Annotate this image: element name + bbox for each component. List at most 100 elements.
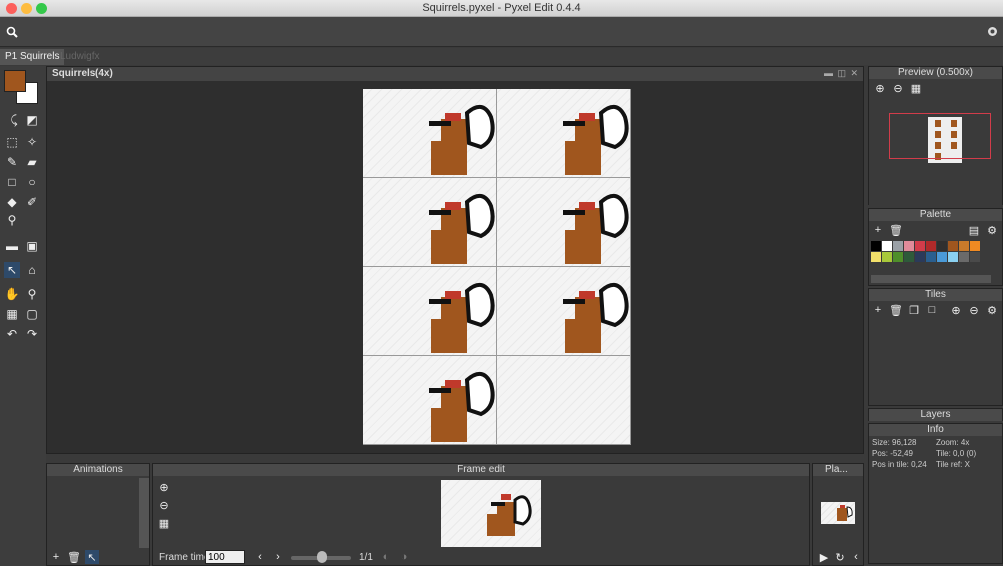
delete-animation-icon[interactable]: 🗑	[67, 550, 81, 564]
magic-wand-icon[interactable]: ✧	[24, 134, 40, 150]
loop-icon[interactable]: ↻	[833, 550, 847, 564]
palette-presets-icon[interactable]: ▤	[967, 223, 981, 237]
palette-swatch[interactable]	[904, 241, 914, 251]
preview-zoom-out-icon[interactable]: ⊖	[891, 81, 905, 95]
playback-preview	[821, 502, 855, 524]
palette-swatch[interactable]	[926, 252, 936, 262]
delete-color-icon[interactable]: 🗑	[889, 223, 903, 237]
eraser-icon[interactable]: ▰	[24, 154, 40, 170]
palette-swatch[interactable]	[882, 252, 892, 262]
frame-grid-icon[interactable]: ▦	[157, 516, 171, 530]
palette-scrollbar[interactable]	[871, 275, 991, 283]
info-zoom: Zoom: 4x	[936, 438, 970, 447]
play-icon[interactable]: ▶	[817, 550, 831, 564]
next-frame-icon[interactable]: ›	[271, 550, 285, 564]
palette-swatch[interactable]	[959, 252, 969, 262]
onion-next-icon[interactable]: ◑	[397, 550, 411, 564]
palette-swatch[interactable]	[915, 241, 925, 251]
canvas-panel: Squirrels (4x) ▬ ◫ ✕	[46, 66, 864, 454]
playback-panel: Pla... ▶ ↻ ‹	[812, 463, 864, 566]
select-animation-icon[interactable]: ↖	[85, 550, 99, 564]
ellipse-icon[interactable]: ○	[24, 174, 40, 190]
palette-swatch[interactable]	[970, 241, 980, 251]
layers-header[interactable]: Layers	[869, 409, 1002, 421]
primary-color-front	[4, 70, 26, 92]
palette-swatch[interactable]	[937, 241, 947, 251]
tools-panel: ⤹ ◩ ⬚ ✧ ✎ ▰ □ ○ ◆ ✐ ⚲ ▬ ▣ ↖ ⌂ ✋ ⚲ ▦ ▢ ↶ …	[0, 66, 46, 566]
onion-prev-icon[interactable]: ◐	[379, 550, 393, 564]
info-pos: Pos: -52,49	[872, 449, 913, 458]
tab-ludwigfx[interactable]: Ludwigfx	[55, 49, 104, 65]
frame-slider-thumb[interactable]	[317, 551, 327, 563]
palette-swatch[interactable]	[893, 241, 903, 251]
select-rect-icon[interactable]: ⬚	[4, 134, 20, 150]
palette-swatch[interactable]	[893, 252, 903, 262]
swap-colors-icon[interactable]: ⤹	[6, 112, 22, 128]
add-tile-icon[interactable]: +	[871, 303, 885, 317]
minimize-panel-icon[interactable]: ▬	[824, 68, 833, 78]
palette-swatch[interactable]	[948, 252, 958, 262]
preview-header: Preview (0.500x)	[869, 67, 1002, 79]
search-icon[interactable]	[5, 25, 19, 39]
settings-gear-icon[interactable]	[985, 24, 999, 38]
tile-place-icon[interactable]: ▬	[4, 238, 20, 254]
close-panel-icon[interactable]: ✕	[850, 68, 858, 79]
splitter[interactable]	[46, 454, 864, 462]
copy-tile-icon[interactable]: ❐	[907, 303, 921, 317]
grid-icon[interactable]: ▦	[4, 306, 20, 322]
zoom-icon[interactable]: ⚲	[24, 286, 40, 302]
tile-grid-icon[interactable]: ▢	[24, 306, 40, 322]
tile-select-icon[interactable]: ▣	[24, 238, 40, 254]
palette-swatch[interactable]	[904, 252, 914, 262]
redo-icon[interactable]: ↷	[24, 326, 40, 342]
zoom-out-icon[interactable]: ⊖	[157, 498, 171, 512]
delete-tile-icon[interactable]: 🗑	[889, 303, 903, 317]
add-color-icon[interactable]: +	[871, 223, 885, 237]
restore-panel-icon[interactable]: ◫	[837, 68, 846, 79]
squirrel-sprite	[429, 283, 495, 353]
zoom-in-icon[interactable]: ⊕	[157, 480, 171, 494]
tiles-zoom-in-icon[interactable]: ⊕	[949, 303, 963, 317]
palette-swatch[interactable]	[915, 252, 925, 262]
frame-preview[interactable]	[441, 480, 541, 547]
document-tabs: P1 Squirrels Ludwigfx	[0, 48, 1003, 65]
tile-frame-icon[interactable]: □	[925, 303, 939, 317]
palette-swatch[interactable]	[937, 252, 947, 262]
pencil-icon[interactable]: ✎	[4, 154, 20, 170]
layers-panel: Layers	[868, 408, 1003, 421]
hand-icon[interactable]: ✋	[4, 286, 20, 302]
frame-edit-panel: Frame edit ⊕ ⊖ ▦ Frame time ‹ › 1/1 ◐ ◑	[152, 463, 810, 566]
rectangle-icon[interactable]: □	[4, 174, 20, 190]
canvas-header: Squirrels (4x) ▬ ◫ ✕	[47, 67, 863, 81]
add-animation-icon[interactable]: +	[49, 550, 63, 564]
preview-zoom-in-icon[interactable]: ⊕	[873, 81, 887, 95]
frame-time-label: Frame time	[159, 552, 210, 563]
palette-swatch[interactable]	[970, 252, 980, 262]
frame-time-input[interactable]	[205, 550, 245, 564]
palette-swatch[interactable]	[871, 252, 881, 262]
animations-header: Animations	[47, 464, 149, 476]
reset-colors-icon[interactable]: ◩	[24, 112, 40, 128]
palette-swatch[interactable]	[882, 241, 892, 251]
palette-settings-icon[interactable]: ⚙	[985, 223, 999, 237]
preview-viewport-rect[interactable]	[889, 113, 991, 159]
tiles-settings-icon[interactable]: ⚙	[985, 303, 999, 317]
palette-swatch[interactable]	[948, 241, 958, 251]
eyedropper-icon[interactable]: ⚲	[4, 212, 20, 228]
tiles-zoom-out-icon[interactable]: ⊖	[967, 303, 981, 317]
animations-scrollbar[interactable]	[139, 478, 149, 548]
undo-icon[interactable]: ↶	[4, 326, 20, 342]
select-tool-icon[interactable]: ↖	[4, 262, 20, 278]
move-tool-icon[interactable]: ⌂	[24, 262, 40, 278]
palette-swatch[interactable]	[926, 241, 936, 251]
collapse-icon[interactable]: ‹	[849, 550, 863, 564]
fill-bucket-icon[interactable]: ◆	[4, 194, 20, 210]
sprite-sheet[interactable]	[363, 89, 631, 445]
palette-swatch[interactable]	[871, 241, 881, 251]
preview-area[interactable]	[869, 97, 1002, 205]
brush-icon[interactable]: ✐	[24, 194, 40, 210]
palette-swatch[interactable]	[959, 241, 969, 251]
info-header: Info	[869, 424, 1002, 436]
previous-frame-icon[interactable]: ‹	[253, 550, 267, 564]
preview-grid-icon[interactable]: ▦	[909, 81, 923, 95]
